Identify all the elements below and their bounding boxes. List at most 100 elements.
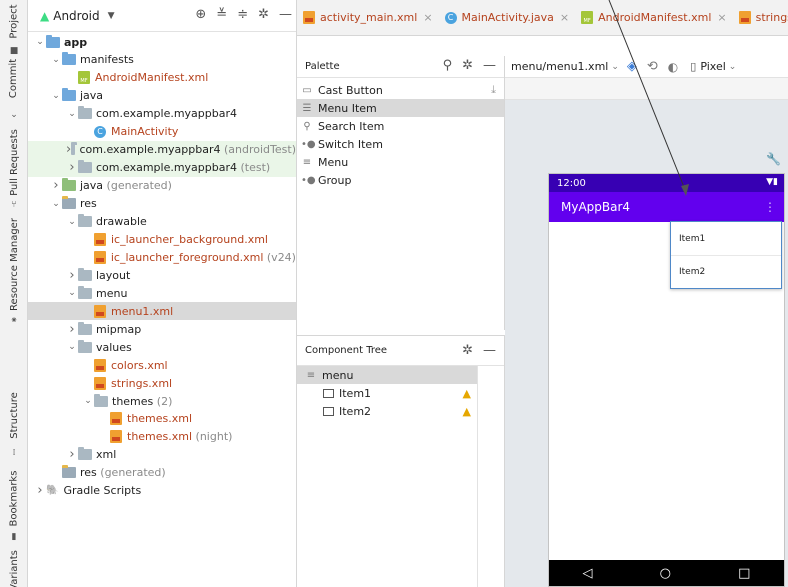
palette-item[interactable]: ≡ Menu: [297, 153, 504, 171]
tree-row[interactable]: res (generated): [28, 464, 296, 482]
close-icon[interactable]: ×: [423, 11, 432, 24]
tree-row[interactable]: ⌄ app: [28, 33, 296, 51]
chevron-down-icon[interactable]: ⌄: [66, 109, 78, 119]
tree-row[interactable]: ⌄ res: [28, 195, 296, 213]
collapse-all-icon[interactable]: ≑: [237, 8, 248, 22]
chevron-right-icon[interactable]: ›: [50, 178, 62, 193]
folder-icon: [94, 393, 108, 407]
tree-row[interactable]: › com.example.myappbar4 (test): [28, 158, 296, 177]
chevron-right-icon[interactable]: ›: [66, 447, 78, 462]
tree-row[interactable]: ⌄ values: [28, 338, 296, 356]
tree-row[interactable]: ⌄ themes (2): [28, 392, 296, 410]
tree-row[interactable]: ic_launcher_background.xml: [28, 230, 296, 248]
editor-tab[interactable]: AndroidManifest.xml ×: [575, 0, 732, 35]
palette-item[interactable]: •● Group: [297, 171, 504, 189]
tree-row[interactable]: ⌄ java: [28, 87, 296, 105]
tab-build-variants[interactable]: Variants: [2, 550, 26, 587]
tree-row[interactable]: › xml: [28, 446, 296, 464]
device-selector[interactable]: Pixel: [700, 60, 725, 73]
tab-project[interactable]: Project: [2, 4, 26, 38]
chevron-down-icon[interactable]: ⌄: [66, 342, 78, 352]
project-view-selector[interactable]: Android: [53, 9, 99, 23]
tree-row[interactable]: ⌄ drawable: [28, 213, 296, 231]
status-time: 12:00: [557, 177, 586, 189]
back-icon[interactable]: ◁: [583, 566, 593, 581]
tree-row[interactable]: AndroidManifest.xml: [28, 69, 296, 87]
tree-row[interactable]: › mipmap: [28, 320, 296, 338]
chevron-right-icon[interactable]: ›: [66, 160, 78, 175]
hide-icon[interactable]: —: [483, 343, 496, 358]
editor-tab[interactable]: activity_main.xml ×: [297, 0, 439, 35]
chevron-down-icon[interactable]: ⌄: [611, 62, 619, 72]
popup-menu-item[interactable]: Item1: [671, 222, 781, 255]
component-tree-root[interactable]: ≡ menu: [297, 366, 477, 384]
hide-icon[interactable]: —: [483, 58, 496, 73]
tree-row[interactable]: themes.xml (night): [28, 428, 296, 446]
tab-bookmarks[interactable]: Bookmarks: [2, 470, 26, 526]
tree-row[interactable]: colors.xml: [28, 356, 296, 374]
warning-icon[interactable]: ▲: [463, 387, 471, 400]
editor-tab[interactable]: C MainActivity.java ×: [439, 0, 576, 35]
tree-row[interactable]: ⌄ com.example.myappbar4: [28, 105, 296, 123]
recents-icon[interactable]: □: [738, 566, 750, 581]
tree-row[interactable]: C MainActivity: [28, 123, 296, 141]
search-icon[interactable]: ⚲: [443, 58, 453, 73]
tab-resource-manager[interactable]: Resource Manager: [2, 218, 26, 311]
overflow-menu-icon[interactable]: ⋮: [764, 200, 776, 214]
tree-row[interactable]: ic_launcher_foreground.xml (v24): [28, 248, 296, 266]
component-tree-item[interactable]: Item1 ▲: [297, 384, 477, 402]
chevron-down-icon[interactable]: ▼: [108, 11, 115, 21]
tree-row[interactable]: › com.example.myappbar4 (androidTest): [28, 140, 296, 159]
chevron-down-icon[interactable]: ⌄: [34, 37, 46, 47]
close-icon[interactable]: ×: [717, 11, 726, 24]
hide-icon[interactable]: —: [279, 8, 292, 22]
palette-item[interactable]: ☰ Menu Item: [297, 99, 504, 117]
tree-row-label: ic_launcher_background.xml: [111, 232, 268, 246]
tree-row[interactable]: › java (generated): [28, 177, 296, 195]
chevron-down-icon[interactable]: ⌄: [66, 217, 78, 227]
tree-row[interactable]: themes.xml: [28, 410, 296, 428]
gear-icon[interactable]: ✲: [462, 343, 473, 358]
gear-icon[interactable]: ✲: [462, 58, 473, 73]
component-tree-item[interactable]: Item2 ▲: [297, 402, 477, 420]
gear-icon[interactable]: ✲: [258, 8, 269, 22]
chevron-down-icon[interactable]: ⌄: [50, 55, 62, 65]
editor-tab[interactable]: strings.xml×: [733, 0, 788, 35]
palette-item[interactable]: ⚲ Search Item: [297, 117, 504, 135]
file-path-selector[interactable]: menu/menu1.xml: [511, 60, 608, 73]
rotate-icon[interactable]: ⟲: [647, 59, 658, 74]
chevron-right-icon[interactable]: ›: [34, 483, 46, 498]
tab-pull-requests[interactable]: Pull Requests: [2, 129, 26, 196]
popup-menu-item[interactable]: Item2: [671, 255, 781, 288]
wrench-icon[interactable]: 🔧: [766, 152, 781, 166]
chevron-down-icon[interactable]: ⌄: [50, 199, 62, 209]
expand-all-icon[interactable]: ≚: [216, 8, 227, 22]
menu-icon: ≡: [306, 369, 316, 381]
tree-row[interactable]: › layout: [28, 266, 296, 284]
folder-icon: [62, 52, 76, 66]
chevron-down-icon[interactable]: ⌄: [50, 91, 62, 101]
warning-icon[interactable]: ▲: [463, 405, 471, 418]
chevron-down-icon[interactable]: ⌄: [82, 396, 94, 406]
chevron-right-icon[interactable]: ›: [66, 268, 78, 283]
download-icon[interactable]: ⤓: [491, 83, 496, 97]
tree-row[interactable]: menu1.xml: [28, 302, 296, 321]
chevron-down-icon[interactable]: ⌄: [729, 62, 737, 72]
tab-commit[interactable]: Commit: [2, 58, 26, 98]
chevron-right-icon[interactable]: ›: [66, 322, 78, 337]
home-icon[interactable]: ○: [660, 566, 671, 581]
tab-structure[interactable]: Structure: [2, 390, 26, 440]
locate-icon[interactable]: ⊕: [195, 8, 206, 22]
tree-row[interactable]: ⌄ menu: [28, 284, 296, 302]
tree-row-label: menu: [96, 286, 128, 300]
device-preview[interactable]: 12:00 ▼▮ MyAppBar4 ⋮ Item1 Item2 ◁ ○ □: [548, 173, 785, 587]
tree-row[interactable]: ⌄ manifests: [28, 51, 296, 69]
close-icon[interactable]: ×: [560, 11, 569, 24]
layers-icon[interactable]: ◈: [627, 59, 637, 74]
palette-item[interactable]: •● Switch Item: [297, 135, 504, 153]
tree-row[interactable]: strings.xml: [28, 374, 296, 392]
chevron-down-icon[interactable]: ⌄: [66, 288, 78, 298]
tree-row[interactable]: › 🐘 Gradle Scripts: [28, 482, 296, 500]
night-mode-icon[interactable]: ◐: [668, 60, 678, 74]
palette-item[interactable]: ▭ Cast Button ⤓: [297, 81, 504, 99]
